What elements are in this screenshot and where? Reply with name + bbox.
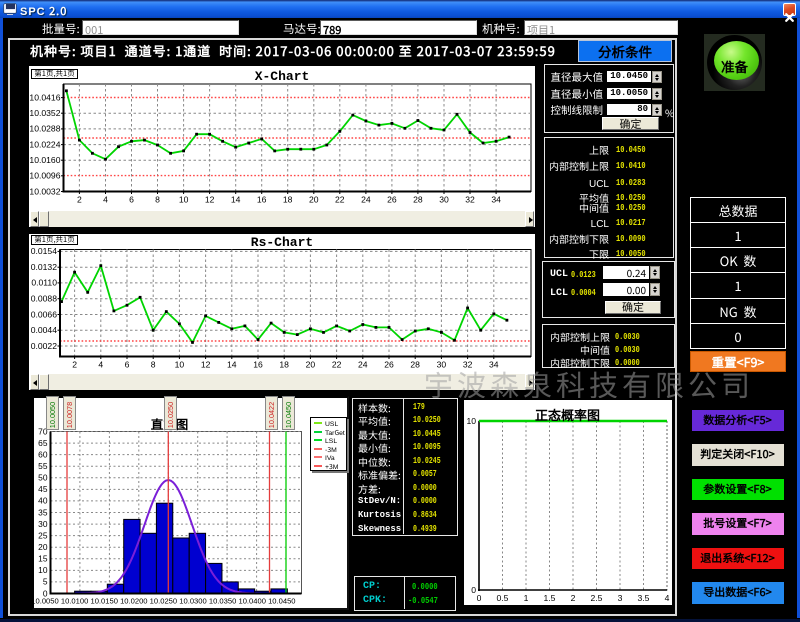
svg-text:10.0160: 10.0160 xyxy=(29,155,60,165)
svg-text:0: 0 xyxy=(471,585,476,595)
svg-text:18: 18 xyxy=(283,195,293,205)
svg-text:0.5: 0.5 xyxy=(496,593,508,603)
svg-text:10.0450: 10.0450 xyxy=(268,596,295,605)
svg-text:0.0022: 0.0022 xyxy=(31,341,58,351)
svg-text:2: 2 xyxy=(77,195,82,205)
svg-text:22: 22 xyxy=(332,360,342,370)
svg-text:16: 16 xyxy=(257,195,267,205)
svg-text:25: 25 xyxy=(38,530,48,540)
svg-text:10.0150: 10.0150 xyxy=(90,596,117,605)
svg-text:16: 16 xyxy=(253,360,263,370)
svg-text:10.0100: 10.0100 xyxy=(61,596,88,605)
svg-text:2: 2 xyxy=(72,360,77,370)
svg-text:10.0416: 10.0416 xyxy=(29,92,60,102)
svg-text:15: 15 xyxy=(38,553,48,563)
svg-text:34: 34 xyxy=(491,195,501,205)
svg-text:32: 32 xyxy=(465,195,475,205)
svg-text:10: 10 xyxy=(175,360,185,370)
svg-text:60: 60 xyxy=(38,449,48,459)
svg-text:10: 10 xyxy=(179,195,189,205)
svg-text:10.0350: 10.0350 xyxy=(209,596,236,605)
svg-text:3.5: 3.5 xyxy=(637,593,649,603)
svg-text:12: 12 xyxy=(201,360,211,370)
svg-text:24: 24 xyxy=(358,360,368,370)
svg-text:65: 65 xyxy=(38,437,48,447)
svg-text:24: 24 xyxy=(361,195,371,205)
svg-text:45: 45 xyxy=(38,484,48,494)
svg-text:50: 50 xyxy=(38,472,48,482)
svg-text:10.0096: 10.0096 xyxy=(29,171,60,181)
svg-text:0.0110: 0.0110 xyxy=(31,278,57,288)
svg-text:0.0066: 0.0066 xyxy=(31,309,58,319)
svg-text:20: 20 xyxy=(306,360,316,370)
svg-text:10.0032: 10.0032 xyxy=(29,186,60,196)
svg-text:6: 6 xyxy=(125,360,130,370)
svg-text:5: 5 xyxy=(43,576,48,586)
svg-text:10.0050: 10.0050 xyxy=(34,596,59,605)
svg-text:30: 30 xyxy=(38,518,48,528)
svg-text:10.0400: 10.0400 xyxy=(238,596,265,605)
svg-text:0.0044: 0.0044 xyxy=(31,325,58,335)
svg-text:40: 40 xyxy=(38,495,48,505)
svg-text:20: 20 xyxy=(309,195,319,205)
svg-text:26: 26 xyxy=(384,360,394,370)
svg-text:22: 22 xyxy=(335,195,345,205)
svg-text:10.0288: 10.0288 xyxy=(29,124,60,134)
svg-text:0: 0 xyxy=(476,593,481,603)
svg-text:1.5: 1.5 xyxy=(543,593,555,603)
svg-text:2.5: 2.5 xyxy=(590,593,602,603)
svg-text:4: 4 xyxy=(98,360,103,370)
svg-text:26: 26 xyxy=(387,195,397,205)
svg-text:6: 6 xyxy=(129,195,134,205)
svg-text:35: 35 xyxy=(38,507,48,517)
svg-text:10.0224: 10.0224 xyxy=(29,139,60,149)
svg-text:0.0132: 0.0132 xyxy=(31,262,58,272)
svg-text:10.0352: 10.0352 xyxy=(29,108,60,118)
svg-text:4: 4 xyxy=(664,593,669,603)
svg-text:8: 8 xyxy=(151,360,156,370)
svg-text:20: 20 xyxy=(38,542,48,552)
svg-text:2: 2 xyxy=(570,593,575,603)
svg-text:1: 1 xyxy=(523,593,528,603)
svg-text:14: 14 xyxy=(231,195,241,205)
svg-text:30: 30 xyxy=(439,195,449,205)
svg-text:0.0088: 0.0088 xyxy=(31,294,58,304)
svg-text:55: 55 xyxy=(38,461,48,471)
svg-text:10.0250: 10.0250 xyxy=(150,596,177,605)
svg-text:3: 3 xyxy=(617,593,622,603)
svg-text:10.0300: 10.0300 xyxy=(179,596,206,605)
svg-text:28: 28 xyxy=(410,360,420,370)
svg-text:4: 4 xyxy=(103,195,108,205)
svg-text:8: 8 xyxy=(155,195,160,205)
svg-text:18: 18 xyxy=(279,360,289,370)
svg-text:12: 12 xyxy=(205,195,215,205)
svg-text:10: 10 xyxy=(38,565,48,575)
svg-text:14: 14 xyxy=(227,360,237,370)
svg-text:28: 28 xyxy=(413,195,423,205)
svg-text:10.0200: 10.0200 xyxy=(120,596,147,605)
